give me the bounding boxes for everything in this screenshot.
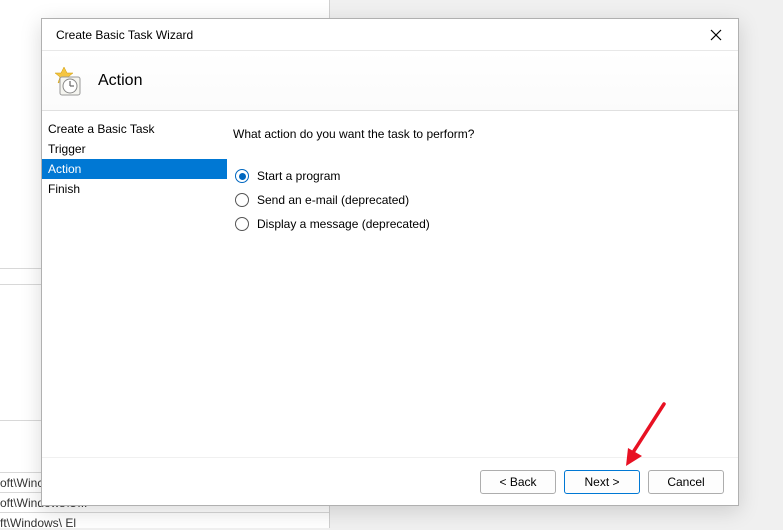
dialog-footer: < Back Next > Cancel	[42, 457, 738, 505]
page-heading: Action	[98, 72, 142, 90]
radio-start-program[interactable]: Start a program	[235, 169, 718, 183]
dialog-header: Action	[42, 51, 738, 111]
next-button[interactable]: Next >	[564, 470, 640, 494]
back-button[interactable]: < Back	[480, 470, 556, 494]
radio-icon	[235, 193, 249, 207]
close-icon	[710, 29, 722, 41]
sidebar-item-trigger[interactable]: Trigger	[42, 139, 227, 159]
radio-icon	[235, 169, 249, 183]
wizard-dialog: Create Basic Task Wizard Action Create a…	[41, 18, 739, 506]
action-radio-group: Start a program Send an e-mail (deprecat…	[235, 169, 718, 231]
radio-label: Send an e-mail (deprecated)	[257, 193, 409, 207]
dialog-titlebar: Create Basic Task Wizard	[42, 19, 738, 51]
radio-icon	[235, 217, 249, 231]
dialog-title: Create Basic Task Wizard	[56, 28, 193, 42]
dialog-body: Create a Basic Task Trigger Action Finis…	[42, 111, 738, 457]
close-button[interactable]	[702, 23, 730, 47]
wizard-steps-sidebar: Create a Basic Task Trigger Action Finis…	[42, 111, 227, 457]
content-area: What action do you want the task to perf…	[227, 111, 738, 457]
sidebar-item-create-task[interactable]: Create a Basic Task	[42, 119, 227, 139]
sidebar-item-finish[interactable]: Finish	[42, 179, 227, 199]
cancel-button[interactable]: Cancel	[648, 470, 724, 494]
background-text: oft\Winc	[0, 476, 43, 490]
radio-label: Display a message (deprecated)	[257, 217, 430, 231]
radio-send-email[interactable]: Send an e-mail (deprecated)	[235, 193, 718, 207]
radio-label: Start a program	[257, 169, 340, 183]
prompt-text: What action do you want the task to perf…	[233, 127, 718, 141]
radio-display-message[interactable]: Display a message (deprecated)	[235, 217, 718, 231]
sidebar-item-action[interactable]: Action	[42, 159, 227, 179]
wizard-icon	[52, 65, 84, 97]
